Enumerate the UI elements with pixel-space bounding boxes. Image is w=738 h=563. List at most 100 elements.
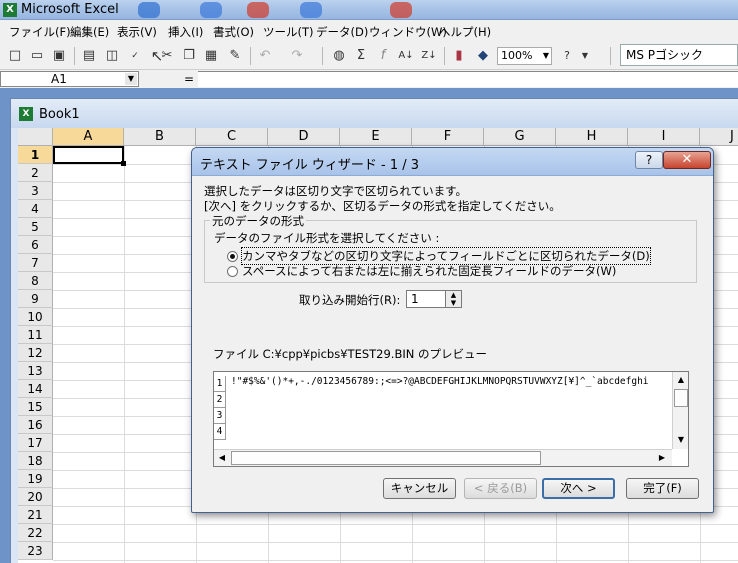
font-name-select[interactable]: MS Pゴシック: [620, 44, 738, 66]
scroll-down-icon[interactable]: ▼: [673, 432, 688, 448]
cancel-button[interactable]: キャンセル: [383, 478, 456, 499]
toolbar-separator: [74, 47, 75, 65]
formula-bar: A1 ▼ =: [0, 70, 738, 88]
chart-wizard-icon[interactable]: ▮: [450, 47, 468, 65]
hyperlink-icon[interactable]: ◍: [330, 47, 348, 65]
column-header-h[interactable]: H: [556, 128, 628, 146]
row-header-5[interactable]: 5: [18, 218, 53, 236]
gridline: [53, 542, 738, 543]
new-icon[interactable]: □: [6, 47, 24, 65]
menu-tools[interactable]: ツール(T): [263, 24, 314, 40]
menu-help[interactable]: ヘルプ(H): [439, 24, 491, 40]
row-header-13[interactable]: 13: [18, 362, 53, 380]
sort-ascending-icon[interactable]: A↓: [397, 47, 415, 65]
spelling-icon[interactable]: ✓: [126, 47, 144, 65]
preview-row-number: 3: [214, 408, 226, 424]
fixed-width-radio[interactable]: [227, 266, 238, 277]
column-header-d[interactable]: D: [268, 128, 340, 146]
spin-down-icon[interactable]: ▼: [446, 299, 461, 307]
column-header-e[interactable]: E: [340, 128, 412, 146]
spin-up-icon[interactable]: ▲: [446, 291, 461, 299]
redo-icon[interactable]: ↷: [288, 47, 306, 65]
column-header-c[interactable]: C: [196, 128, 268, 146]
row-header-2[interactable]: 2: [18, 164, 53, 182]
row-header-21[interactable]: 21: [18, 506, 53, 524]
help-button[interactable]: ?: [635, 151, 663, 169]
row-header-3[interactable]: 3: [18, 182, 53, 200]
scroll-right-icon[interactable]: ▶: [654, 450, 670, 466]
column-header-a[interactable]: A: [53, 128, 124, 146]
autosum-icon[interactable]: Σ: [352, 47, 370, 65]
row-header-6[interactable]: 6: [18, 236, 53, 254]
back-button[interactable]: < 戻る(B): [464, 478, 537, 499]
menu-insert[interactable]: 挿入(I): [168, 24, 203, 40]
preview-vertical-scrollbar[interactable]: ▲ ▼: [672, 372, 688, 449]
paste-icon[interactable]: ▦: [202, 47, 220, 65]
undo-icon[interactable]: ↶: [256, 47, 274, 65]
help-icon[interactable]: ?: [558, 47, 576, 65]
sort-descending-icon[interactable]: Z↓: [420, 47, 438, 65]
file-preview[interactable]: 1 !"#$%&'()*+,-./0123456789:;<=>?@ABCDEF…: [213, 371, 689, 467]
name-box[interactable]: A1 ▼: [0, 71, 139, 87]
start-row-spinner[interactable]: ▲ ▼: [446, 290, 462, 308]
row-header-14[interactable]: 14: [18, 380, 53, 398]
scroll-left-icon[interactable]: ◀: [214, 450, 230, 466]
column-header-b[interactable]: B: [124, 128, 196, 146]
delimited-radio-label[interactable]: カンマやタブなどの区切り文字によってフィールドごとに区切られたデータ(D): [241, 247, 651, 265]
column-header-j[interactable]: J: [700, 128, 738, 146]
row-header-17[interactable]: 17: [18, 434, 53, 452]
row-header-20[interactable]: 20: [18, 488, 53, 506]
preview-horizontal-scrollbar[interactable]: ◀ ▶: [214, 449, 672, 466]
drawing-icon[interactable]: ◆: [474, 47, 492, 65]
chevron-down-icon[interactable]: ▼: [125, 73, 137, 85]
format-painter-icon[interactable]: ✎: [226, 47, 244, 65]
row-header-19[interactable]: 19: [18, 470, 53, 488]
delimited-radio[interactable]: [227, 251, 238, 262]
menu-format[interactable]: 書式(O): [213, 24, 254, 40]
row-header-9[interactable]: 9: [18, 290, 53, 308]
row-header-18[interactable]: 18: [18, 452, 53, 470]
row-header-22[interactable]: 22: [18, 524, 53, 542]
row-header-15[interactable]: 15: [18, 398, 53, 416]
column-header-f[interactable]: F: [412, 128, 484, 146]
row-header-1[interactable]: 1: [18, 146, 53, 164]
column-header-i[interactable]: I: [628, 128, 700, 146]
menu-window[interactable]: ウィンドウ(W): [369, 24, 447, 40]
close-button[interactable]: ✕: [663, 151, 711, 169]
finish-button[interactable]: 完了(F): [626, 478, 699, 499]
row-header-11[interactable]: 11: [18, 326, 53, 344]
row-header-8[interactable]: 8: [18, 272, 53, 290]
row-header-4[interactable]: 4: [18, 200, 53, 218]
row-header-12[interactable]: 12: [18, 344, 53, 362]
menu-data[interactable]: データ(D): [316, 24, 368, 40]
menu-edit[interactable]: 編集(E): [70, 24, 109, 40]
row-header-10[interactable]: 10: [18, 308, 53, 326]
chevron-down-icon[interactable]: ▼: [576, 47, 594, 65]
row-header-16[interactable]: 16: [18, 416, 53, 434]
scroll-thumb[interactable]: [674, 389, 688, 407]
row-header-7[interactable]: 7: [18, 254, 53, 272]
scroll-thumb[interactable]: [231, 451, 541, 465]
function-icon[interactable]: f: [374, 47, 392, 65]
cut-icon[interactable]: ✂: [158, 47, 176, 65]
menu-file[interactable]: ファイル(F): [9, 24, 71, 40]
open-icon[interactable]: ▭: [28, 47, 46, 65]
copy-icon[interactable]: ❐: [180, 47, 198, 65]
active-cell-a1[interactable]: [53, 146, 126, 166]
select-all-corner[interactable]: [18, 128, 53, 146]
print-preview-icon[interactable]: ◫: [103, 47, 121, 65]
preview-label: ファイル C:¥cpp¥picbs¥TEST29.BIN のプレビュー: [213, 347, 487, 361]
start-row-input[interactable]: 1: [406, 290, 446, 308]
equals-sign[interactable]: =: [184, 72, 194, 86]
formula-input[interactable]: [198, 71, 738, 87]
fixed-width-radio-label[interactable]: スペースによって右または左に揃えられた固定長フィールドのデータ(W): [242, 263, 616, 279]
print-icon[interactable]: ▤: [80, 47, 98, 65]
scroll-up-icon[interactable]: ▲: [673, 372, 688, 388]
next-button[interactable]: 次へ >: [542, 478, 615, 499]
app-title-bar: X Microsoft Excel: [0, 0, 738, 20]
zoom-select[interactable]: 100% ▼: [497, 47, 552, 65]
column-header-g[interactable]: G: [484, 128, 556, 146]
menu-view[interactable]: 表示(V): [117, 24, 157, 40]
row-header-23[interactable]: 23: [18, 542, 53, 560]
save-icon[interactable]: ▣: [50, 47, 68, 65]
